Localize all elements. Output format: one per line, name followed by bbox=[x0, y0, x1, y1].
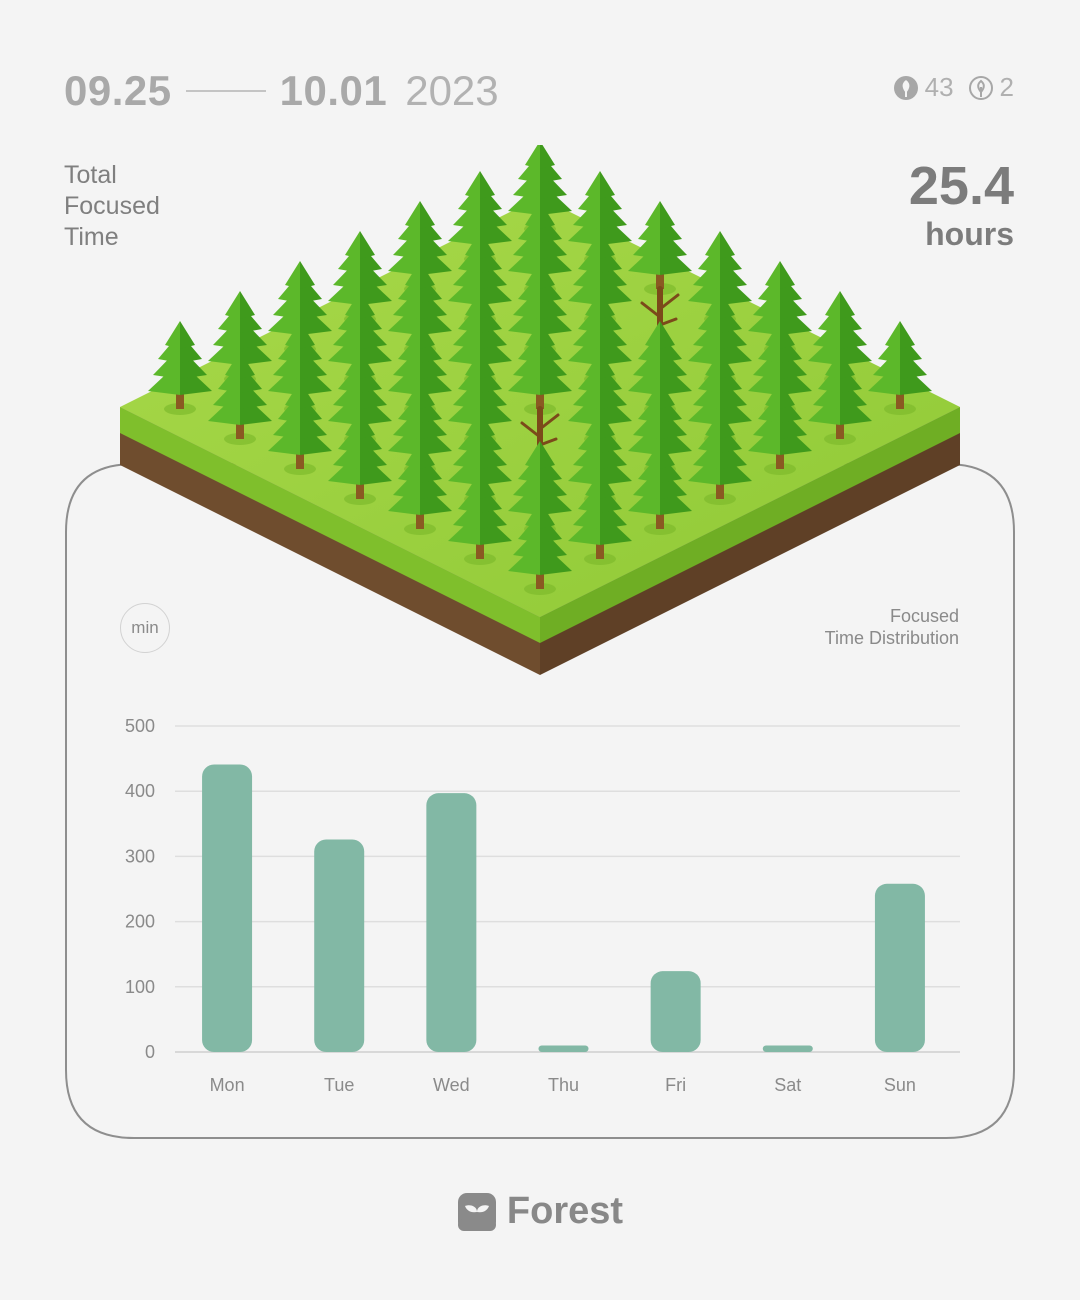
y-tick-label: 200 bbox=[125, 912, 155, 932]
x-tick-label: Mon bbox=[210, 1075, 245, 1095]
chart-bars bbox=[202, 764, 925, 1052]
bar-mon bbox=[202, 764, 253, 1052]
y-tick-label: 0 bbox=[145, 1042, 155, 1062]
bar-fri bbox=[650, 971, 701, 1052]
x-tick-label: Sun bbox=[884, 1075, 916, 1095]
chart-gridlines bbox=[175, 725, 960, 1053]
bar-thu bbox=[538, 1045, 589, 1052]
x-axis-labels: Mon Tue Wed Thu Fri Sat Sun bbox=[210, 1075, 916, 1095]
x-tick-label: Thu bbox=[548, 1075, 579, 1095]
bar-wed bbox=[426, 793, 477, 1052]
x-tick-label: Sat bbox=[774, 1075, 801, 1095]
x-tick-label: Fri bbox=[665, 1075, 686, 1095]
bar-tue bbox=[314, 839, 365, 1052]
y-tick-label: 100 bbox=[125, 977, 155, 997]
x-tick-label: Tue bbox=[324, 1075, 354, 1095]
bar-sat bbox=[762, 1045, 813, 1052]
focus-bar-chart: 0 100 200 300 400 500 Mon Tue Wed Thu Fri Sat Sun bbox=[125, 716, 960, 1095]
forest-logo-icon bbox=[457, 1192, 496, 1231]
bar-sun bbox=[874, 883, 925, 1052]
x-tick-label: Wed bbox=[433, 1075, 470, 1095]
y-tick-label: 400 bbox=[125, 781, 155, 801]
y-tick-label: 300 bbox=[125, 846, 155, 866]
y-tick-label: 500 bbox=[125, 716, 155, 736]
brand-name: Forest bbox=[506, 1190, 624, 1232]
brand-footer: Forest bbox=[0, 1190, 1080, 1233]
y-axis-ticks: 0 100 200 300 400 500 bbox=[125, 716, 155, 1062]
